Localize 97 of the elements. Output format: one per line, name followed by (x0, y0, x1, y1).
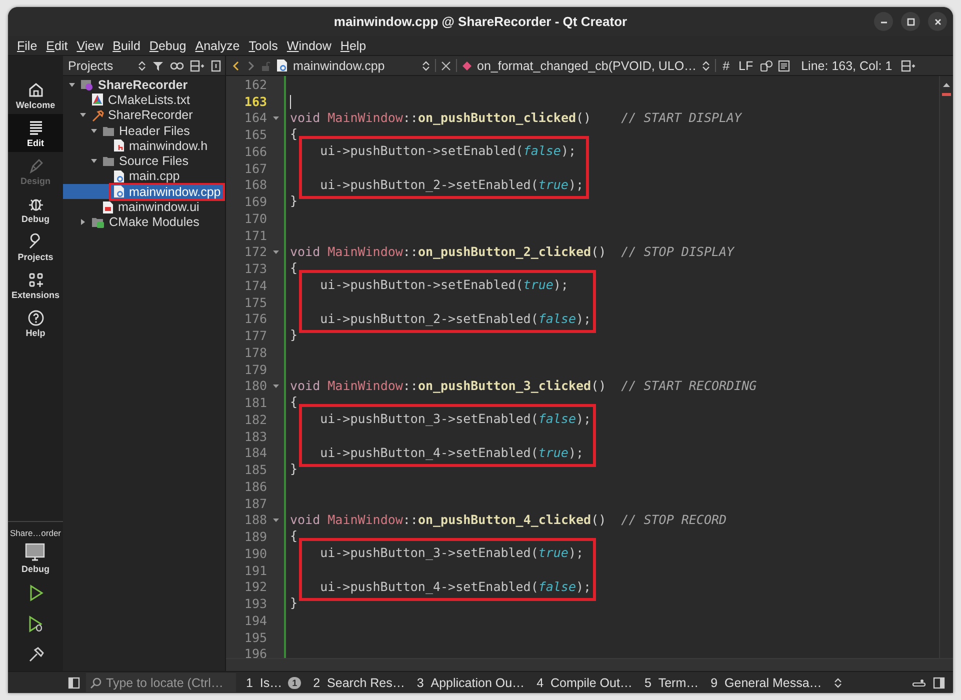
line-number: 168 (243, 177, 267, 192)
line-number: 189 (243, 529, 267, 544)
count-badge: 1 (288, 676, 302, 688)
line-number: 182 (243, 412, 267, 427)
line-number: 185 (243, 462, 267, 478)
output-pane-tab[interactable]: 5 Term… (644, 676, 699, 690)
code-text: } (290, 461, 298, 476)
line-number: 164 (243, 110, 267, 126)
tree-item[interactable]: ShareRecorder (63, 77, 225, 92)
code-text: { (290, 260, 298, 276)
menu-item[interactable]: View (76, 38, 104, 52)
code-text: ui->pushButton_4->setEnabled(true); (319, 444, 584, 460)
hash-button[interactable]: # (722, 58, 730, 72)
line-number: 165 (243, 127, 267, 142)
line-ending-selector[interactable]: LF (738, 58, 754, 72)
cursor-position[interactable]: Line: 163, Col: 1 (801, 58, 892, 72)
line-number: 162 (243, 76, 267, 92)
annotation-box: mainwindow.cpp (109, 182, 225, 201)
code-text: void MainWindow::on_pushButton_4_clicked() // STOP RECORD (290, 512, 727, 526)
code-text: ui->pushButton->setEnabled(true); (319, 277, 568, 292)
tree-item[interactable]: main.cpp (63, 168, 225, 184)
line-number: 191 (243, 562, 267, 578)
line-number: 187 (243, 496, 267, 511)
line-number: 184 (243, 445, 267, 460)
code-text: { (290, 394, 298, 410)
mode-button[interactable]: Debug (8, 190, 63, 228)
open-documents-selector[interactable]: mainwindow.cpp (293, 58, 417, 72)
code-text: ui->pushButton_3->setEnabled(true); (319, 545, 584, 560)
menu-item[interactable]: Build (112, 38, 140, 52)
mode-button[interactable]: Projects (8, 228, 63, 266)
selected-tree-item[interactable]: mainwindow.cpp (63, 184, 225, 200)
symbol-selector[interactable]: on_format_changed_cb(PVOID, ULO… (477, 58, 697, 72)
mode-button[interactable]: Extensions (8, 266, 63, 304)
output-pane-tab[interactable]: 9 General Messa… (710, 676, 822, 690)
line-number: 193 (243, 596, 267, 612)
menu-item[interactable]: Debug (149, 38, 186, 52)
kit-selector[interactable]: Debug (8, 538, 63, 578)
tree-item[interactable]: CMakeLists.txt (63, 92, 225, 108)
code-text: ui->pushButton_3->setEnabled(false); (319, 411, 592, 426)
line-number: 163 (243, 94, 267, 109)
tree-item[interactable]: mainwindow.h (63, 138, 225, 154)
line-number: 178 (243, 344, 267, 360)
line-number: 175 (243, 294, 267, 310)
menu-item[interactable]: File (17, 38, 38, 52)
output-pane-tab[interactable]: 3 Application Ou… (416, 676, 525, 690)
window-title: mainwindow.cpp @ ShareRecorder - Qt Creator (334, 14, 628, 29)
line-number: 174 (243, 278, 267, 293)
tree-item[interactable]: Source Files (63, 153, 225, 169)
code-text: } (290, 327, 298, 342)
code-text: } (290, 193, 298, 208)
code-text: ui->pushButton_2->setEnabled(true); (319, 176, 584, 192)
code-text: { (290, 126, 298, 142)
code-text: void MainWindow::on_pushButton_2_clicked() // STOP DISPLAY (290, 244, 734, 258)
menu-item[interactable]: Help (340, 38, 366, 52)
line-number: 179 (243, 362, 267, 377)
line-number: 186 (243, 478, 267, 494)
line-number: 194 (243, 612, 267, 628)
tree-item[interactable]: mainwindow.ui (63, 199, 225, 215)
tree-item[interactable]: Header Files (63, 122, 225, 138)
code-text: { (290, 528, 298, 544)
line-number: 173 (243, 261, 267, 276)
line-number: 180 (243, 378, 267, 394)
code-text: void MainWindow::on_pushButton_clicked() // START DISPLAY (290, 110, 742, 124)
output-pane-tab[interactable]: 1 Is… 1 (246, 676, 302, 690)
mode-button[interactable]: Help (8, 304, 63, 342)
mode-button[interactable]: Edit (8, 114, 63, 152)
line-number: 183 (243, 428, 267, 444)
mode-button[interactable]: Welcome (8, 76, 63, 114)
line-number: 172 (243, 244, 267, 260)
line-number: 181 (243, 395, 267, 410)
view-selector[interactable]: Projects (68, 58, 134, 72)
kit-project-label: Share…order (10, 528, 62, 538)
line-number: 192 (243, 579, 267, 594)
tree-item[interactable]: CMake Modules (63, 214, 225, 230)
output-pane-tab[interactable]: 4 Compile Out… (536, 676, 632, 690)
line-number: 166 (243, 144, 267, 159)
locator-field[interactable]: Type to locate (Ctrl… (86, 673, 236, 692)
output-pane-tab[interactable]: 2 Search Res… (313, 676, 405, 690)
menu-item[interactable]: Analyze (195, 38, 240, 52)
line-number: 167 (243, 160, 267, 176)
line-number: 171 (243, 228, 267, 243)
menu-item[interactable]: Edit (46, 38, 68, 52)
code-text: void MainWindow::on_pushButton_3_clicked() // START RECORDING (290, 378, 757, 392)
code-text: } (290, 595, 298, 610)
tree-item[interactable]: ShareRecorder (63, 108, 225, 123)
line-number: 176 (243, 311, 267, 326)
code-text: ui->pushButton->setEnabled(false); (319, 143, 576, 158)
code-text: ui->pushButton_2->setEnabled(false); (319, 310, 592, 326)
menu-item[interactable]: Tools (248, 38, 278, 52)
line-number: 170 (243, 210, 267, 226)
line-number: 188 (243, 512, 267, 528)
line-number: 177 (243, 328, 267, 344)
menu-item[interactable]: Window (286, 38, 332, 52)
line-number: 190 (243, 546, 267, 561)
line-number: 195 (243, 630, 267, 645)
line-number: 169 (243, 194, 267, 210)
code-text: ui->pushButton_4->setEnabled(false); (319, 578, 592, 594)
